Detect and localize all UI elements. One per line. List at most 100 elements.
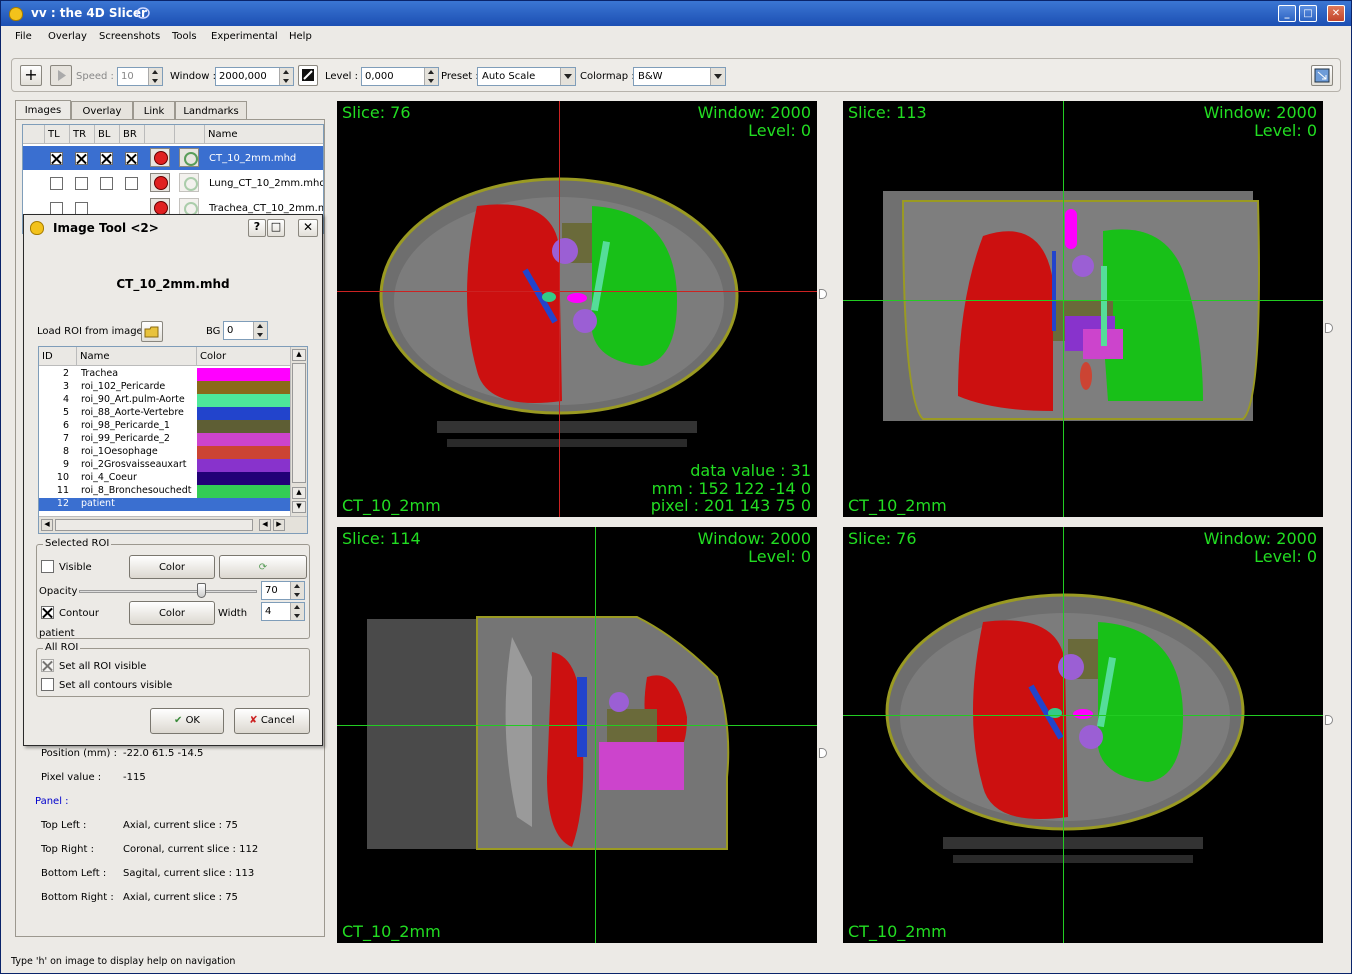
tab-overlay[interactable]: Overlay <box>71 101 133 120</box>
help-button[interactable]: ? <box>248 219 266 237</box>
roi-color-swatch[interactable] <box>197 485 291 498</box>
scrollbar-thumb[interactable] <box>292 363 306 483</box>
preset-select[interactable]: Auto Scale <box>477 67 576 86</box>
view-bottom-left[interactable]: Slice: 114 Window: 2000 Level: 0 CT_10_2… <box>337 527 817 943</box>
colormap-select[interactable]: B&W <box>633 67 726 86</box>
close-image-button[interactable] <box>150 173 170 192</box>
roi-col-header-id[interactable]: ID <box>39 347 77 366</box>
col-header-br[interactable]: BR <box>120 125 145 144</box>
menu-screenshots[interactable]: Screenshots <box>99 31 160 42</box>
set-all-contours-checkbox[interactable] <box>41 678 54 691</box>
scroll-up-icon[interactable]: ▲ <box>292 487 306 499</box>
view-top-left[interactable]: Slice: 76 Window: 2000 Level: 0 data val… <box>337 101 817 517</box>
col-header-tl[interactable]: TL <box>45 125 70 144</box>
visible-color-button[interactable]: Color <box>129 555 215 579</box>
scroll-right-icon[interactable]: ▶ <box>273 519 285 531</box>
dialog-close-button[interactable]: ✕ <box>298 219 318 237</box>
dialog-title-bar[interactable]: Image Tool <2> ? □ ✕ <box>24 215 322 241</box>
opacity-slider-handle[interactable] <box>197 583 206 598</box>
roi-col-header-color[interactable]: Color <box>197 347 291 366</box>
contour-color-button[interactable]: Color <box>129 601 215 625</box>
roi-vertical-scrollbar[interactable]: ▲ ▲ ▼ <box>290 347 307 517</box>
scroll-left-icon[interactable]: ◀ <box>259 519 271 531</box>
close-button[interactable]: ✕ <box>1327 5 1345 22</box>
level-spinbox[interactable]: 0,000 <box>361 67 439 86</box>
roi-row[interactable]: 11 roi_8_Bronchesouchedt <box>39 485 307 498</box>
table-row[interactable]: Lung_CT_10_2mm.mhd <box>23 171 323 195</box>
splitter-handle[interactable] <box>1325 715 1333 725</box>
dialog-maximize-button[interactable]: □ <box>267 219 285 237</box>
table-row[interactable]: CT_10_2mm.mhd <box>23 146 323 170</box>
tr-checkbox[interactable] <box>75 177 88 190</box>
roi-row[interactable]: 10 roi_4_Coeur <box>39 472 307 485</box>
splitter-handle[interactable] <box>1325 323 1333 333</box>
width-spinbox[interactable]: 4 <box>261 602 305 621</box>
contour-checkbox[interactable] <box>41 606 54 619</box>
tab-landmarks[interactable]: Landmarks <box>175 101 247 120</box>
roi-row[interactable]: 3 roi_102_Pericarde <box>39 381 307 394</box>
roi-color-swatch[interactable] <box>197 459 291 472</box>
col-header-tr[interactable]: TR <box>70 125 95 144</box>
menu-overlay[interactable]: Overlay <box>48 31 87 42</box>
roi-row[interactable]: 12 patient <box>39 498 307 511</box>
roi-color-swatch[interactable] <box>197 446 291 459</box>
splitter-handle[interactable] <box>819 748 827 758</box>
roi-row[interactable]: 4 roi_90_Art.pulm-Aorte <box>39 394 307 407</box>
roi-row[interactable]: 7 roi_99_Pericarde_2 <box>39 433 307 446</box>
opacity-slider[interactable] <box>79 590 257 593</box>
roi-color-swatch[interactable] <box>197 407 291 420</box>
window-spinbox[interactable]: 2000,000 <box>215 67 294 86</box>
maximize-button[interactable]: □ <box>1299 5 1317 22</box>
menu-experimental[interactable]: Experimental <box>211 31 278 42</box>
menu-help[interactable]: Help <box>289 31 312 42</box>
roi-color-swatch[interactable] <box>197 472 291 485</box>
roi-row[interactable]: 2 Trachea <box>39 368 307 381</box>
roi-col-header-name[interactable]: Name <box>77 347 197 366</box>
roi-row[interactable]: 9 roi_2Grosvaisseauxart <box>39 459 307 472</box>
tab-link[interactable]: Link <box>133 101 175 120</box>
tr-checkbox[interactable] <box>75 152 88 165</box>
view-top-right[interactable]: Slice: 113 Window: 2000 Level: 0 CT_10_2… <box>843 101 1323 517</box>
scrollbar-thumb[interactable] <box>55 519 253 531</box>
cancel-button[interactable]: ✘ Cancel <box>234 708 310 734</box>
open-folder-button[interactable] <box>141 321 163 342</box>
roi-color-swatch[interactable] <box>197 381 291 394</box>
play-button[interactable] <box>50 65 72 86</box>
roi-row[interactable]: 8 roi_1Oesophage <box>39 446 307 459</box>
tab-images[interactable]: Images <box>15 100 71 120</box>
ok-button[interactable]: ✔ OK <box>150 708 224 734</box>
window-level-tool-button[interactable] <box>298 65 318 86</box>
scroll-up-icon[interactable]: ▲ <box>292 349 306 361</box>
close-image-button[interactable] <box>150 148 170 167</box>
roi-horizontal-scrollbar[interactable]: ◀ ◀ ▶ <box>39 516 307 533</box>
fit-view-button[interactable] <box>1311 65 1333 86</box>
bl-checkbox[interactable] <box>100 177 113 190</box>
col-header-bl[interactable]: BL <box>95 125 120 144</box>
opacity-spinbox[interactable]: 70 <box>261 581 305 600</box>
reload-roi-button[interactable]: ⟳ <box>219 555 307 579</box>
minimize-button[interactable]: _ <box>1278 5 1296 22</box>
scroll-down-icon[interactable]: ▼ <box>292 501 306 513</box>
reload-button[interactable] <box>179 148 199 167</box>
reload-button[interactable] <box>179 173 199 192</box>
br-checkbox[interactable] <box>125 177 138 190</box>
splitter-handle[interactable] <box>819 289 827 299</box>
tl-checkbox[interactable] <box>50 152 63 165</box>
roi-color-swatch[interactable] <box>197 420 291 433</box>
bg-spinbox[interactable]: 0 <box>223 321 268 340</box>
set-all-visible-checkbox[interactable] <box>41 659 54 672</box>
tl-checkbox[interactable] <box>50 177 63 190</box>
bl-checkbox[interactable] <box>100 152 113 165</box>
roi-color-swatch[interactable] <box>197 394 291 407</box>
visible-checkbox[interactable] <box>41 560 54 573</box>
roi-color-swatch[interactable] <box>197 368 291 381</box>
col-header-name[interactable]: Name <box>205 125 323 144</box>
br-checkbox[interactable] <box>125 152 138 165</box>
menu-tools[interactable]: Tools <box>172 31 197 42</box>
crosshair-button[interactable]: + <box>20 65 42 86</box>
scroll-left-icon[interactable]: ◀ <box>41 519 53 531</box>
menu-file[interactable]: File <box>15 31 32 42</box>
roi-row[interactable]: 5 roi_88_Aorte-Vertebre <box>39 407 307 420</box>
title-bar[interactable]: vv : the 4D Slicer _ □ ✕ <box>1 1 1351 26</box>
roi-color-swatch[interactable] <box>197 433 291 446</box>
